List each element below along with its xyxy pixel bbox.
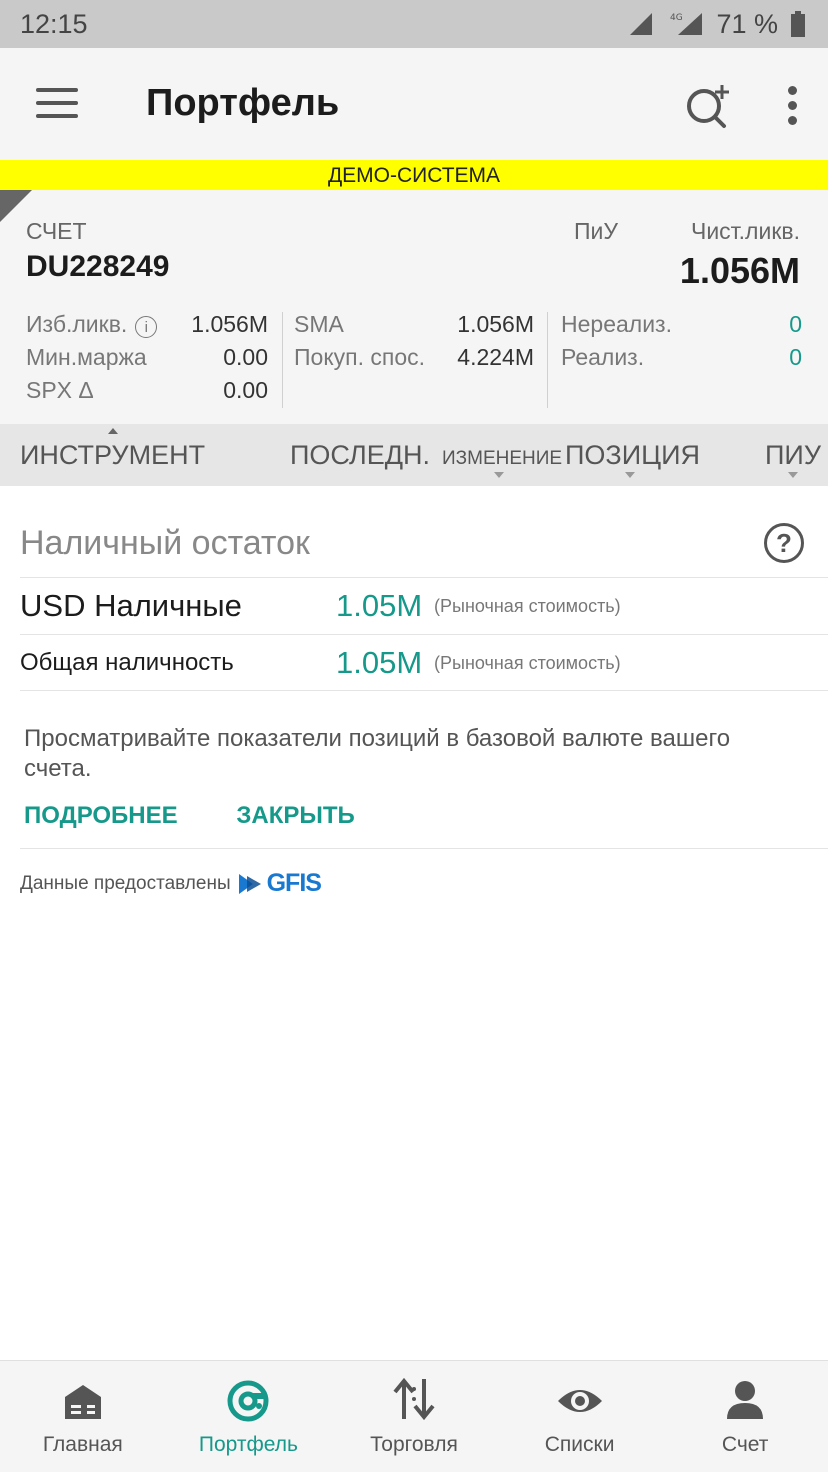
cash-row-note: (Рыночная стоимость) [434,596,621,616]
cash-balance-title: Наличный остаток [20,524,310,562]
metric-label: Реализ. [561,344,645,370]
status-time: 12:15 [20,8,88,39]
sort-indicator-icon [494,472,504,478]
network-type: 4G [670,13,683,23]
cash-row-label: USD Наличные [20,588,242,623]
metric-excess-liquidity: Изб.ликв. i 1.056M [26,308,268,341]
cash-row-amount: 1.05M [336,588,423,623]
sort-indicator-icon [625,472,635,478]
metric-value: 1.056M [457,311,534,337]
eye-icon [557,1390,602,1412]
nav-label: Счет [721,1433,769,1456]
column-divider [547,312,548,408]
account-person-icon [727,1381,764,1419]
learn-more-button[interactable]: ПОДРОБНЕЕ [24,802,178,829]
portfolio-icon [227,1380,269,1422]
metrics-column-3: Нереализ. 0 Реализ. 0 [561,308,802,374]
demo-banner: ДЕМО-СИСТЕМА [0,160,828,190]
divider [20,690,828,691]
status-indicators: 4G 71 % [628,9,806,40]
net-liquidity-label: Чист.ликв. [691,218,800,244]
cash-row-note: (Рыночная стоимость) [434,653,621,673]
battery-percent: 71 % [716,8,778,39]
metric-buying-power: Покуп. спос. 4.224M [294,341,534,374]
home-icon [64,1385,101,1419]
bottom-navigation: Главная Портфель Торговля Списки Счет [0,1360,828,1472]
status-bar: 12:15 4G 71 % [0,0,828,48]
nav-portfolio[interactable]: Портфель [166,1361,332,1472]
metric-min-margin: Мин.маржа 0.00 [26,341,268,374]
nav-home[interactable]: Главная [0,1361,166,1472]
metric-value: 0 [789,344,802,370]
signal-icon [630,13,653,35]
sort-indicator-icon [788,472,798,478]
column-instrument[interactable]: ИНСТРУМЕНТ [20,440,205,471]
metrics-column-2: SMA 1.056M Покуп. спос. 4.224M [294,308,534,374]
account-id: DU228249 [26,250,170,283]
nav-trade[interactable]: Торговля [331,1361,497,1472]
metric-value: 4.224M [457,344,534,370]
info-icon[interactable]: i [135,316,158,339]
tip-actions: ПОДРОБНЕЕ ЗАКРЫТЬ [24,802,407,830]
tip-text: Просматривайте показатели позиций в базо… [24,725,731,782]
metric-realized: Реализ. 0 [561,341,802,374]
column-headers: ИНСТРУМЕНТ ПОСЛЕДН. ИЗМЕНЕНИЕ ПОЗИЦИЯ ПИ… [0,424,828,486]
metric-label: Нереализ. [561,311,672,337]
metric-value: 0.00 [223,377,268,403]
metric-sma: SMA 1.056M [294,308,534,341]
divider [20,848,828,849]
metric-label: SMA [294,311,344,337]
divider [20,634,828,635]
signal-4g-icon: 4G [670,13,703,35]
account-summary[interactable]: СЧЕТ DU228249 ПиУ Чист.ликв. 1.056M Изб.… [0,190,828,424]
cash-row-label: Общая наличность [20,649,234,676]
close-tip-button[interactable]: ЗАКРЫТЬ [236,802,354,829]
metric-label: Мин.маржа [26,344,147,370]
account-label: СЧЕТ [26,218,87,244]
app-bar: Портфель [0,48,828,160]
column-last[interactable]: ПОСЛЕДН. [290,440,430,471]
column-position[interactable]: ПОЗИЦИЯ [565,440,700,471]
more-options-icon[interactable] [784,82,800,130]
cash-row-amount: 1.05M [336,645,423,680]
metric-label: Покуп. спос. [294,344,426,370]
trade-arrows-icon [393,1377,435,1421]
cash-row-total[interactable]: Общая наличность 1.05M (Рыночная стоимос… [20,637,820,693]
piu-label: ПиУ [574,218,618,244]
sort-ascending-icon [108,428,118,434]
data-provider-text: Данные предоставлены [20,872,231,894]
nav-label: Списки [544,1433,615,1456]
page-title: Портфель [146,82,340,124]
gfis-logo-icon [238,873,261,894]
nav-watchlists[interactable]: Списки [497,1361,663,1472]
divider [20,577,828,578]
nav-label: Портфель [198,1433,298,1456]
nav-label: Главная [42,1433,123,1456]
column-piu[interactable]: ПИУ [765,440,821,471]
data-provider: Данные предоставлены GFIS [20,869,322,898]
metric-unrealized: Нереализ. 0 [561,308,802,341]
metric-value: 0.00 [223,344,268,370]
metrics-column-1: Изб.ликв. i 1.056M Мин.маржа 0.00 SPX Δ 0… [26,308,268,407]
battery-icon [791,11,805,37]
gfis-logo-text: GFIS [266,869,322,897]
nav-label: Торговля [370,1433,458,1456]
hamburger-menu-icon[interactable] [36,88,78,120]
column-divider [282,312,283,408]
gfis-logo[interactable]: GFIS [238,869,322,898]
metric-label: Изб.ликв. [26,310,128,337]
metric-spx-delta: SPX Δ 0.00 [26,374,268,407]
metric-value: 1.056M [191,311,268,337]
net-liquidity-value: 1.056M [679,250,800,291]
metric-value: 0 [789,311,802,337]
column-change[interactable]: ИЗМЕНЕНИЕ [442,448,562,470]
cash-row-usd[interactable]: USD Наличные 1.05M (Рыночная стоимость) [20,580,820,636]
nav-account[interactable]: Счет [662,1361,828,1472]
help-icon[interactable]: ? [764,523,804,563]
metric-label: SPX Δ [26,377,94,403]
search-add-icon[interactable] [684,82,732,130]
